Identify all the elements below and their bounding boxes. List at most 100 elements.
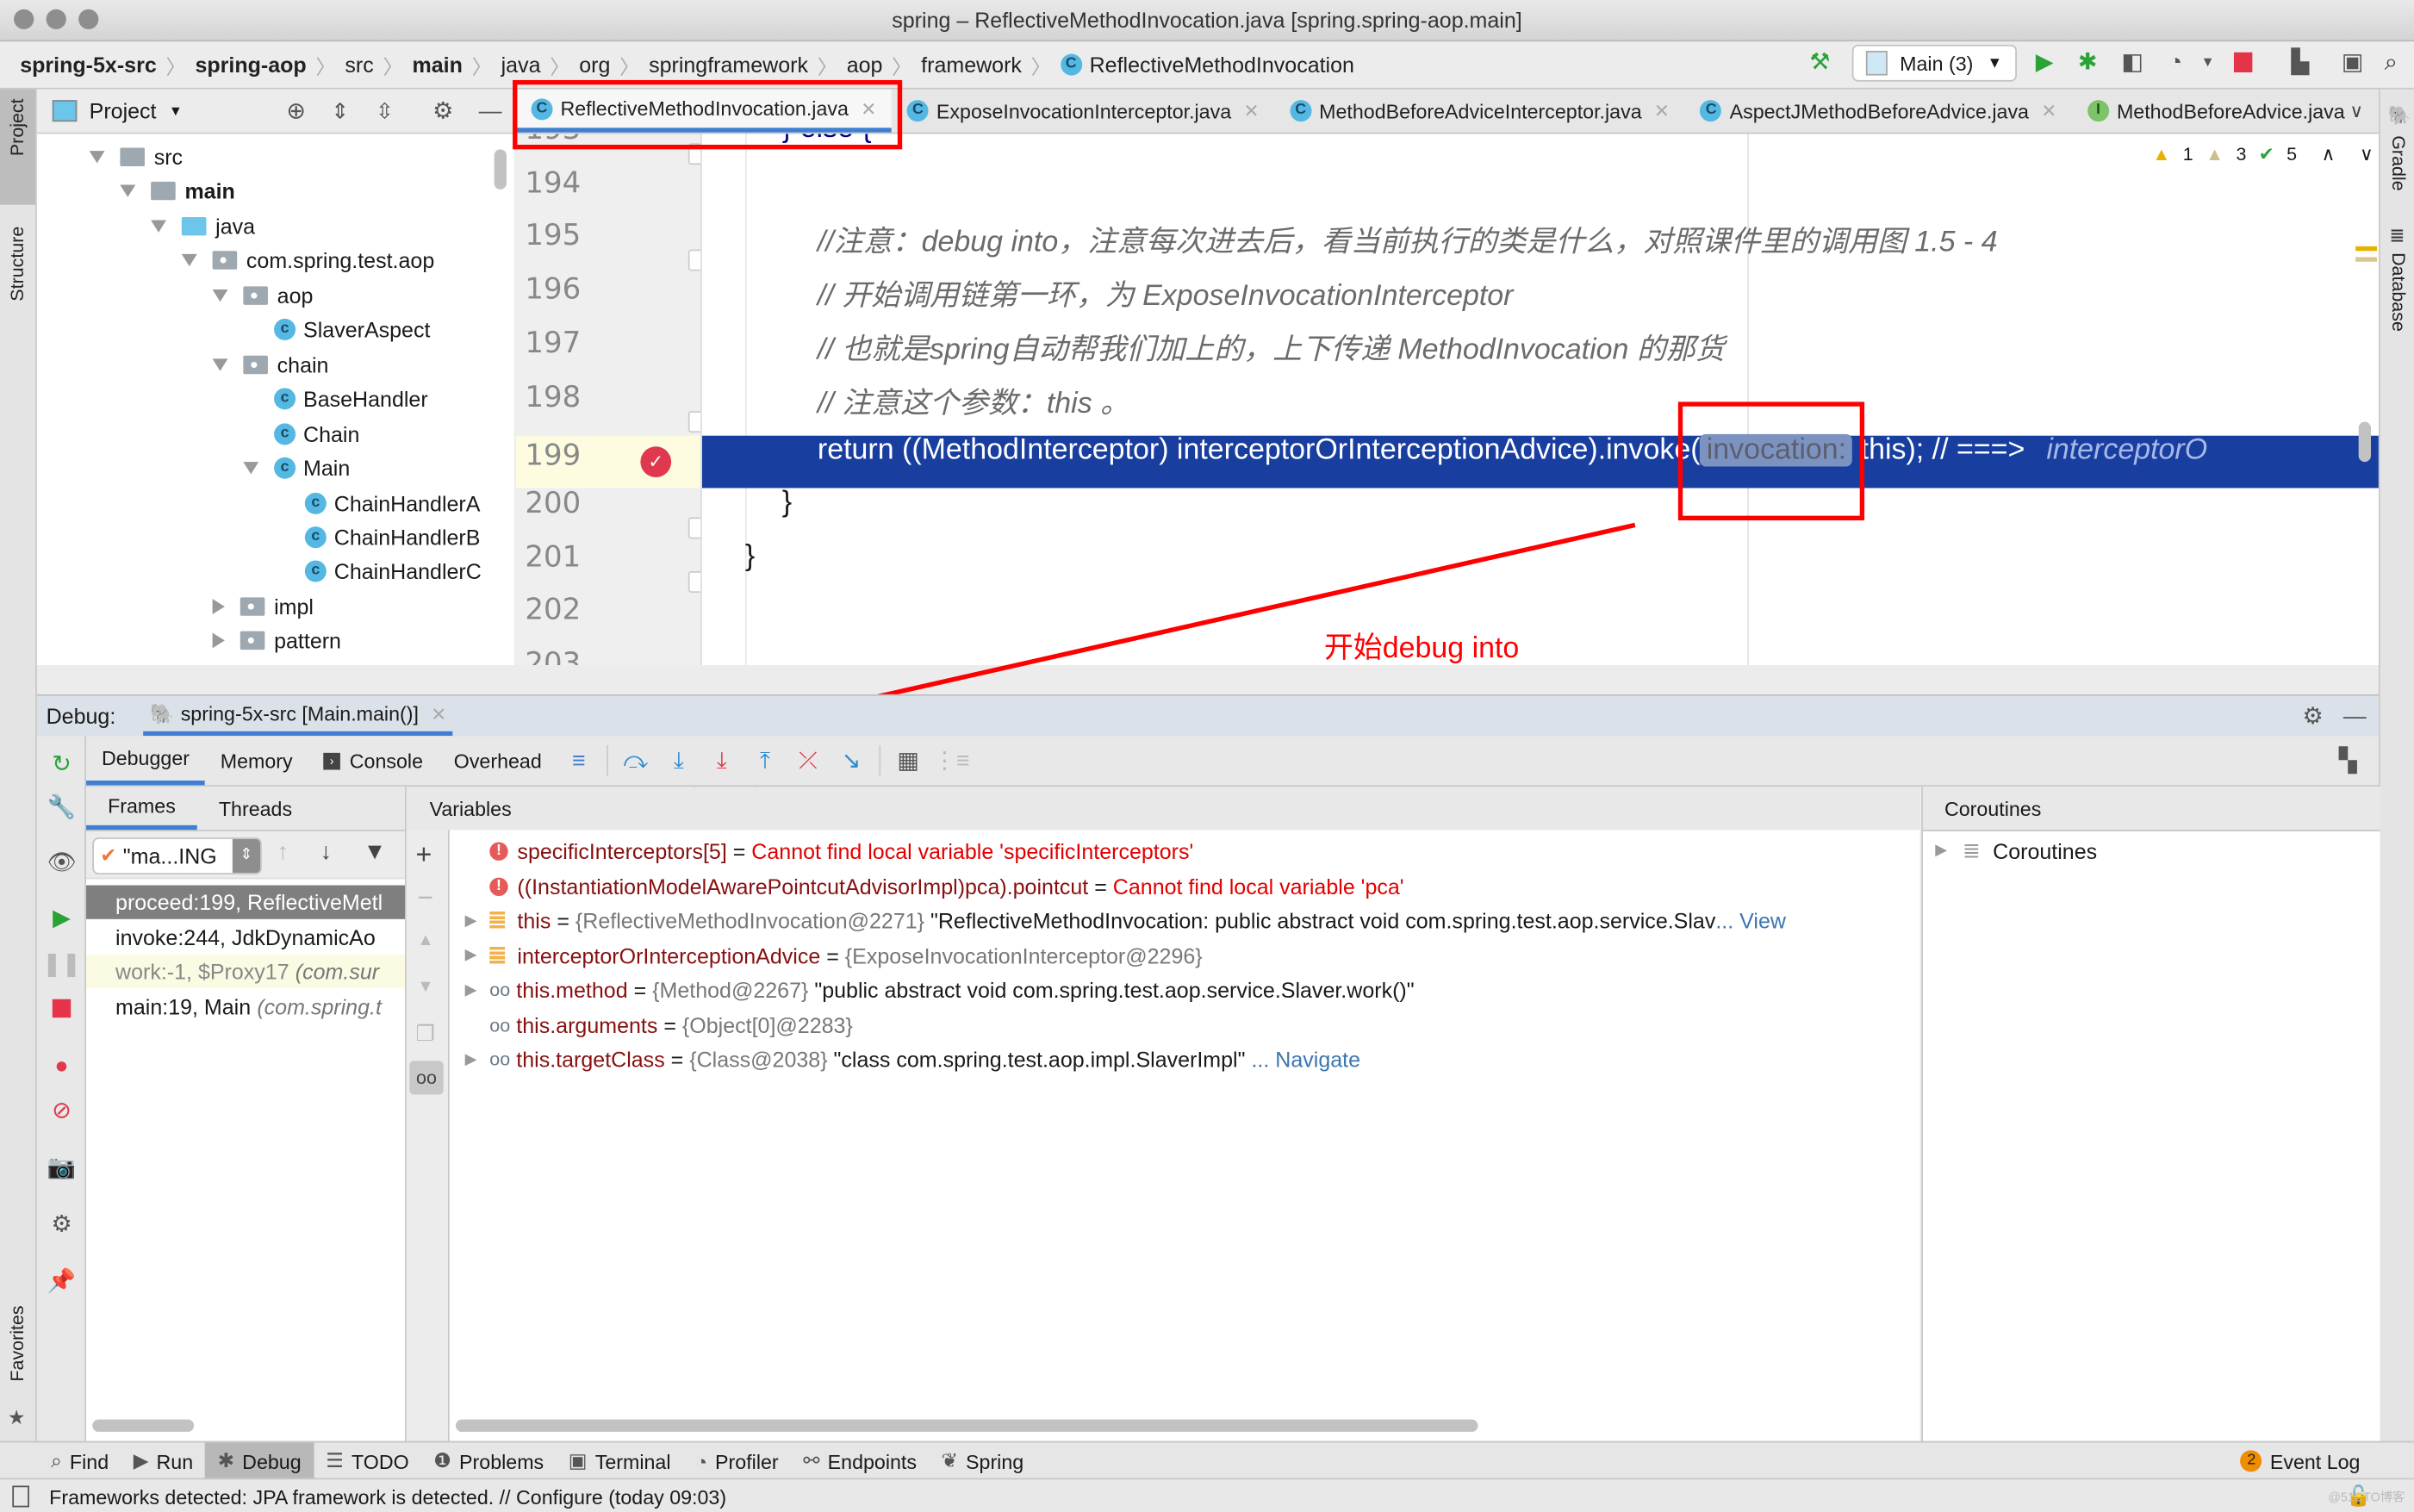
camera-snapshot-icon[interactable]: 📷 [47,1152,78,1183]
annotation-arrow-line [812,522,1636,714]
debugger-tab-console[interactable]: › Console [308,736,439,785]
variables-horizontal-scrollbar[interactable] [455,1419,1478,1432]
debugger-tab-label: Memory [220,749,293,773]
next-frame-down-icon[interactable]: ↓ [320,839,332,865]
stack-frame[interactable]: work:-1, $Proxy17 (com.sur [86,954,405,989]
resume-program-icon[interactable]: ▶ [47,902,78,933]
pause-program-icon[interactable]: ❚❚ [42,949,81,980]
settings-gear-icon[interactable]: ⚙ [47,1209,78,1240]
variable-link[interactable]: ... View [1715,908,1786,933]
toggle-tool-windows-icon[interactable] [12,1485,29,1508]
remove-watch-minus-icon[interactable]: − [417,882,433,915]
tool-window-label: Endpoints [827,1449,918,1473]
frames-tab-frames[interactable]: Frames [86,787,197,831]
stack-frame[interactable]: main:19, Main (com.spring.t [86,989,405,1023]
tool-window-find[interactable]: ⌕ Find [39,1442,121,1479]
tool-window-bar: ⌕ Find ▶ Run ✱ Debug ☰ TODO ❶ Problems ▣ Terminal ◔ P… [0,1440,2414,1480]
variable-link[interactable]: ... Navigate [1246,1047,1360,1072]
event-log-label: Event Log [2269,1449,2361,1473]
variable-row[interactable]: ▶ oo this.targetClass = {Class@2038} "clas… [465,1042,1360,1076]
layout-settings-icon[interactable]: ▚ [2331,744,2365,777]
stack-frame[interactable]: invoke:244, JdkDynamicAo [86,920,405,954]
mute-breakpoints-icon[interactable]: ⊘ [47,1095,78,1126]
variable-row[interactable]: ▶ interceptorOrInterceptionAdvice = {Expo… [465,938,1203,972]
tool-window-profiler[interactable]: ◔ Profiler [683,1442,791,1479]
show-execution-point-icon[interactable]: ⤼ [619,744,652,777]
tool-window-label: Find [69,1449,109,1473]
close-session-icon[interactable]: ✕ [431,703,446,725]
modify-run-config-wrench-icon[interactable]: 🔧 [47,792,78,823]
run-to-cursor-icon[interactable]: ↘ [834,744,868,777]
view-breakpoints-eye-icon[interactable]: 👁 [47,847,78,878]
coroutines-title: Coroutines [1944,796,2042,820]
stop-icon[interactable] [47,993,78,1024]
tool-window-label: Terminal [594,1449,671,1473]
event-count-badge: 2 [2240,1450,2262,1472]
spring-leaf-icon: ❦ [941,1448,959,1472]
variable-row[interactable]: ▶!((InstantiationModelAwarePointcutAdvis… [465,869,1404,903]
tool-window-run[interactable]: ▶ Run [121,1442,205,1479]
profiler-icon: ◔ [695,1449,708,1473]
frames-horizontal-scrollbar[interactable] [92,1419,195,1432]
step-into-icon[interactable]: ⤓ [662,744,695,777]
error-icon: ! [489,842,508,861]
coroutines-tree-item[interactable]: ▶ ≣ Coroutines [1935,837,2097,863]
variable-value: Cannot find local variable 'specificInte… [751,838,1194,864]
step-out-icon[interactable]: ⤒ [748,744,781,777]
stack-frame[interactable]: proceed:199, ReflectiveMetl [86,885,405,919]
variable-row[interactable]: ▶oothis.arguments = {Object[0]@2283} [465,1008,853,1042]
hide-tool-window-icon[interactable]: — [2343,703,2367,729]
variable-name: ((InstantiationModelAwarePointcutAdvisor… [517,874,1089,899]
evaluate-expression-icon[interactable]: ▦ [891,744,924,777]
thread-selector[interactable]: ✔ "ma...ING ⇕ [92,837,262,875]
expand-arrow-icon[interactable]: ▶ [465,947,490,964]
debugger-tab-debugger[interactable]: Debugger [86,736,205,786]
variable-name: specificInterceptors[5] [517,838,727,864]
tool-window-problems[interactable]: ❶ Problems [421,1442,557,1479]
duplicate-watch-icon[interactable]: ❐ [415,1021,434,1047]
status-message[interactable]: Frameworks detected: JPA framework is de… [49,1485,726,1509]
rerun-icon[interactable]: ↻ [47,748,78,779]
show-watches-glasses-icon[interactable]: oo [409,1061,444,1095]
gear-icon[interactable]: ⚙ [2303,702,2324,730]
expand-arrow-icon[interactable]: ▶ [465,1051,490,1068]
expand-arrow-icon[interactable]: ▶ [465,981,490,999]
frame-method: main:19, Main [115,993,252,1019]
expand-arrow-icon[interactable]: ▶ [1935,842,1947,859]
variable-row[interactable]: ▶ oo this.method = {Method@2267} "public a… [465,973,1415,1006]
expand-arrow-icon[interactable]: ▶ [465,912,490,930]
debugger-tab-overhead[interactable]: Overhead [439,736,557,785]
tool-window-debug[interactable]: ✱ Debug [205,1442,314,1480]
move-down-icon[interactable]: ▼ [417,978,433,996]
filter-icon[interactable]: ▼ [364,839,387,865]
frames-tab-threads[interactable]: Threads [197,787,314,830]
equals-sign: = [551,908,576,933]
variables-title: Variables [429,796,512,820]
drop-frame-icon[interactable]: ⤫ [791,744,824,777]
coroutines-header: Coroutines [1922,787,2380,831]
problems-icon: ❶ [433,1448,452,1472]
annotation-label: 开始debug into [1323,632,1520,665]
tool-window-spring[interactable]: ❦ Spring [929,1442,1036,1479]
debug-session-label: spring-5x-src [Main.main()] [180,701,419,725]
variable-row[interactable]: ▶ this = {ReflectiveMethodInvocation@2271… [465,904,1786,937]
force-step-into-icon[interactable]: ⤓ [705,744,738,777]
debug-session-tab[interactable]: 🐘 spring-5x-src [Main.main()] ✕ [143,696,453,737]
trace-current-stream-icon[interactable]: ⋮≡ [933,744,969,777]
tool-window-todo[interactable]: ☰ TODO [314,1442,421,1479]
variable-name: interceptorOrInterceptionAdvice [517,943,821,968]
new-watch-plus-icon[interactable]: + [415,839,432,872]
field-icon [489,946,506,965]
frame-method: invoke:244, JdkDynamicAo [115,924,376,949]
debugger-tab-memory[interactable]: Memory [205,736,308,785]
view-breakpoints-icon[interactable]: ● [47,1050,78,1081]
thread-check-icon: ✔ [100,843,117,868]
tool-window-terminal[interactable]: ▣ Terminal [556,1442,682,1479]
previous-frame-up-icon[interactable]: ↑ [277,839,289,865]
move-up-icon[interactable]: ▲ [417,931,433,949]
variable-row[interactable]: ▶!specificInterceptors[5] = Cannot find … [465,835,1194,868]
tool-window-endpoints[interactable]: ⚯ Endpoints [791,1442,929,1479]
event-log-button[interactable]: 2 Event Log [2240,1449,2361,1473]
pin-tab-icon[interactable]: 📌 [47,1266,78,1297]
restore-layout-icon[interactable]: ≡ [562,744,595,777]
